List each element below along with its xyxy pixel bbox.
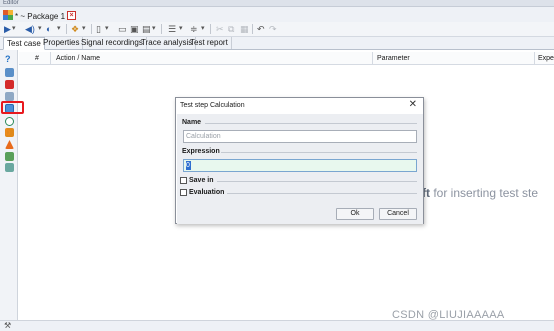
wrench-icon[interactable]: ⚒ <box>4 321 11 330</box>
check-icon[interactable] <box>5 92 14 101</box>
save-as-icon[interactable]: ▤ <box>142 23 151 35</box>
column-header-number[interactable]: # <box>35 54 39 64</box>
align-icon[interactable]: ☰ <box>168 23 176 35</box>
evaluation-divider <box>227 193 417 194</box>
expression-field[interactable]: 0 <box>183 159 417 172</box>
hint-text: for inserting test ste <box>430 186 539 200</box>
step-icon[interactable]: ◀) <box>25 23 35 35</box>
save-as-dropdown-icon[interactable]: ▾ <box>152 23 156 35</box>
redo-icon[interactable]: ↷ <box>269 23 277 35</box>
wait-icon[interactable] <box>5 80 14 89</box>
toolbar-separator <box>66 24 67 34</box>
save-in-divider <box>217 181 417 182</box>
package-tab-row <box>0 7 554 22</box>
dialog-close-icon[interactable]: ✕ <box>409 99 417 111</box>
cut-icon[interactable]: ✂ <box>216 23 224 35</box>
dialog-title: Test step Calculation <box>180 102 245 109</box>
run-dropdown-icon[interactable]: ▾ <box>12 23 16 35</box>
dialog-body: Name Calculation Expression 0 Save in Ev… <box>177 114 423 224</box>
new-icon[interactable]: ▯ <box>96 23 101 35</box>
window-title: Editor <box>3 0 19 6</box>
column-header-expected[interactable]: Expe <box>538 54 554 64</box>
run-icon[interactable]: ▶ <box>4 23 11 35</box>
expression-label: Expression <box>182 148 220 155</box>
tab-test-case[interactable]: Test case <box>3 37 45 50</box>
copy-icon[interactable]: ⧉ <box>228 23 234 35</box>
evaluation-label[interactable]: Evaluation <box>189 188 224 197</box>
tab-signal-recordings[interactable]: Signal recordings <box>78 37 147 49</box>
column-header-action-name[interactable]: Action / Name <box>56 54 100 64</box>
help-icon[interactable]: ? <box>5 54 11 64</box>
debug-icon[interactable]: ◐ <box>46 23 51 35</box>
column-divider[interactable] <box>534 52 535 65</box>
column-divider[interactable] <box>50 52 51 65</box>
toolbar-separator <box>161 24 162 34</box>
calculation-highlight-box <box>1 101 24 114</box>
toolbar-separator <box>252 24 253 34</box>
package-close-icon[interactable]: × <box>67 11 76 20</box>
open-icon[interactable]: ▭ <box>118 23 127 35</box>
toolbar-separator <box>210 24 211 34</box>
package-icon <box>3 10 13 20</box>
watermark: CSDN @LIUJIAAAAA <box>392 309 505 321</box>
bottom-bar <box>0 320 554 331</box>
step-dropdown-icon[interactable]: ▾ <box>38 23 42 35</box>
empty-grid-hint: ft for inserting test ste <box>422 186 538 200</box>
save-in-checkbox[interactable] <box>180 177 187 184</box>
align-dropdown-icon[interactable]: ▾ <box>179 23 183 35</box>
group-icon[interactable] <box>5 152 14 161</box>
name-divider <box>205 123 417 124</box>
branch-icon[interactable]: b <box>5 127 11 137</box>
variables-dropdown-icon[interactable]: ▾ <box>82 23 86 35</box>
tab-test-report[interactable]: Test report <box>187 37 232 49</box>
column-divider[interactable] <box>372 52 373 65</box>
expression-selected-text: 0 <box>186 161 191 170</box>
test-step-calculation-dialog: Test step Calculation ✕ Name Calculation… <box>175 97 424 224</box>
name-field[interactable]: Calculation <box>183 130 417 143</box>
distribute-icon[interactable]: ≑ <box>190 23 198 35</box>
name-label: Name <box>182 119 202 126</box>
cancel-button[interactable]: Cancel <box>379 208 417 220</box>
column-header-parameter[interactable]: Parameter <box>377 54 410 64</box>
undo-icon[interactable]: ↶ <box>257 23 265 35</box>
distribute-dropdown-icon[interactable]: ▾ <box>201 23 205 35</box>
paste-icon[interactable]: ▦ <box>240 23 249 35</box>
debug-dropdown-icon[interactable]: ▾ <box>57 23 61 35</box>
variables-icon[interactable]: ❖ <box>71 23 79 35</box>
loop-icon[interactable] <box>5 117 14 126</box>
tab-properties[interactable]: Properties <box>40 37 84 49</box>
save-icon[interactable]: ▣ <box>130 23 139 35</box>
save-in-label[interactable]: Save in <box>189 176 214 185</box>
evaluation-checkbox[interactable] <box>180 189 187 196</box>
stimulus-icon[interactable] <box>5 68 14 77</box>
ok-button[interactable]: Ok <box>336 208 374 220</box>
window-titlebar: Editor <box>0 0 554 7</box>
new-dropdown-icon[interactable]: ▾ <box>105 23 109 35</box>
toolbar-separator <box>91 24 92 34</box>
package-tab-label[interactable]: * ~ Package 1 ~ <box>15 12 72 22</box>
expression-divider <box>221 152 417 153</box>
comment-icon[interactable] <box>5 163 14 172</box>
